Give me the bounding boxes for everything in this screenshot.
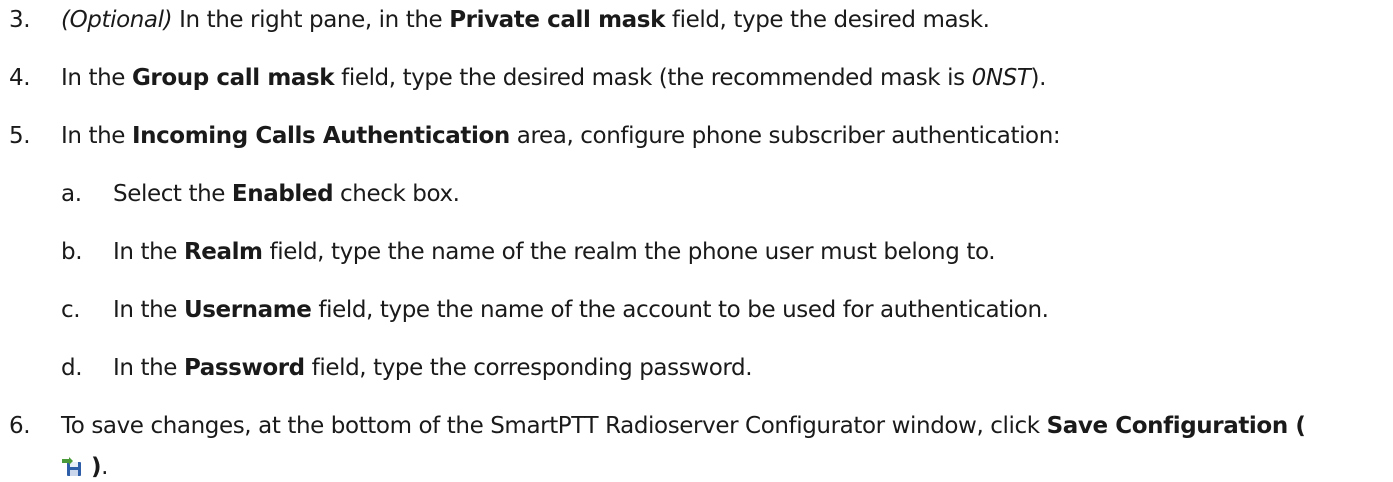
field-name-private-call-mask: Private call mask	[449, 7, 665, 33]
area-name-incoming-calls-authentication: Incoming Calls Authentication	[131, 123, 510, 149]
substep-letter: a.	[61, 181, 82, 207]
field-name-realm: Realm	[183, 239, 263, 265]
step-text: To save changes, at the bottom of the Sm…	[61, 413, 1306, 439]
checkbox-name-enabled: Enabled	[231, 181, 334, 207]
substep-letter: b.	[61, 239, 83, 265]
substep-text: In the Username field, type the name of …	[113, 297, 1049, 323]
substep-letter: c.	[61, 297, 81, 323]
step-text: In the Group call mask field, type the d…	[61, 65, 1046, 91]
substep-text: Select the Enabled check box.	[113, 181, 460, 207]
step-text: (Optional) In the right pane, in the Pri…	[61, 7, 990, 33]
save-configuration-icon	[61, 457, 83, 477]
button-name-save-configuration: Save Configuration (	[1046, 413, 1306, 439]
substep-letter: d.	[61, 355, 83, 381]
substep-text: In the Realm field, type the name of the…	[113, 239, 996, 265]
field-name-password: Password	[183, 355, 305, 381]
recommended-mask: 0NST	[971, 65, 1031, 91]
step-number: 5.	[9, 123, 31, 149]
optional-label: (Optional)	[61, 7, 173, 33]
document-body: 3. (Optional) In the right pane, in the …	[0, 0, 1393, 482]
field-name-group-call-mask: Group call mask	[131, 65, 335, 91]
field-name-username: Username	[183, 297, 312, 323]
step-number: 6.	[9, 413, 31, 439]
step-text-continuation: ).	[61, 452, 108, 482]
save-configuration-close: )	[91, 454, 102, 480]
step-number: 3.	[9, 7, 31, 33]
step-text: In the Incoming Calls Authentication are…	[61, 123, 1061, 149]
step-number: 4.	[9, 65, 31, 91]
substep-text: In the Password field, type the correspo…	[113, 355, 753, 381]
